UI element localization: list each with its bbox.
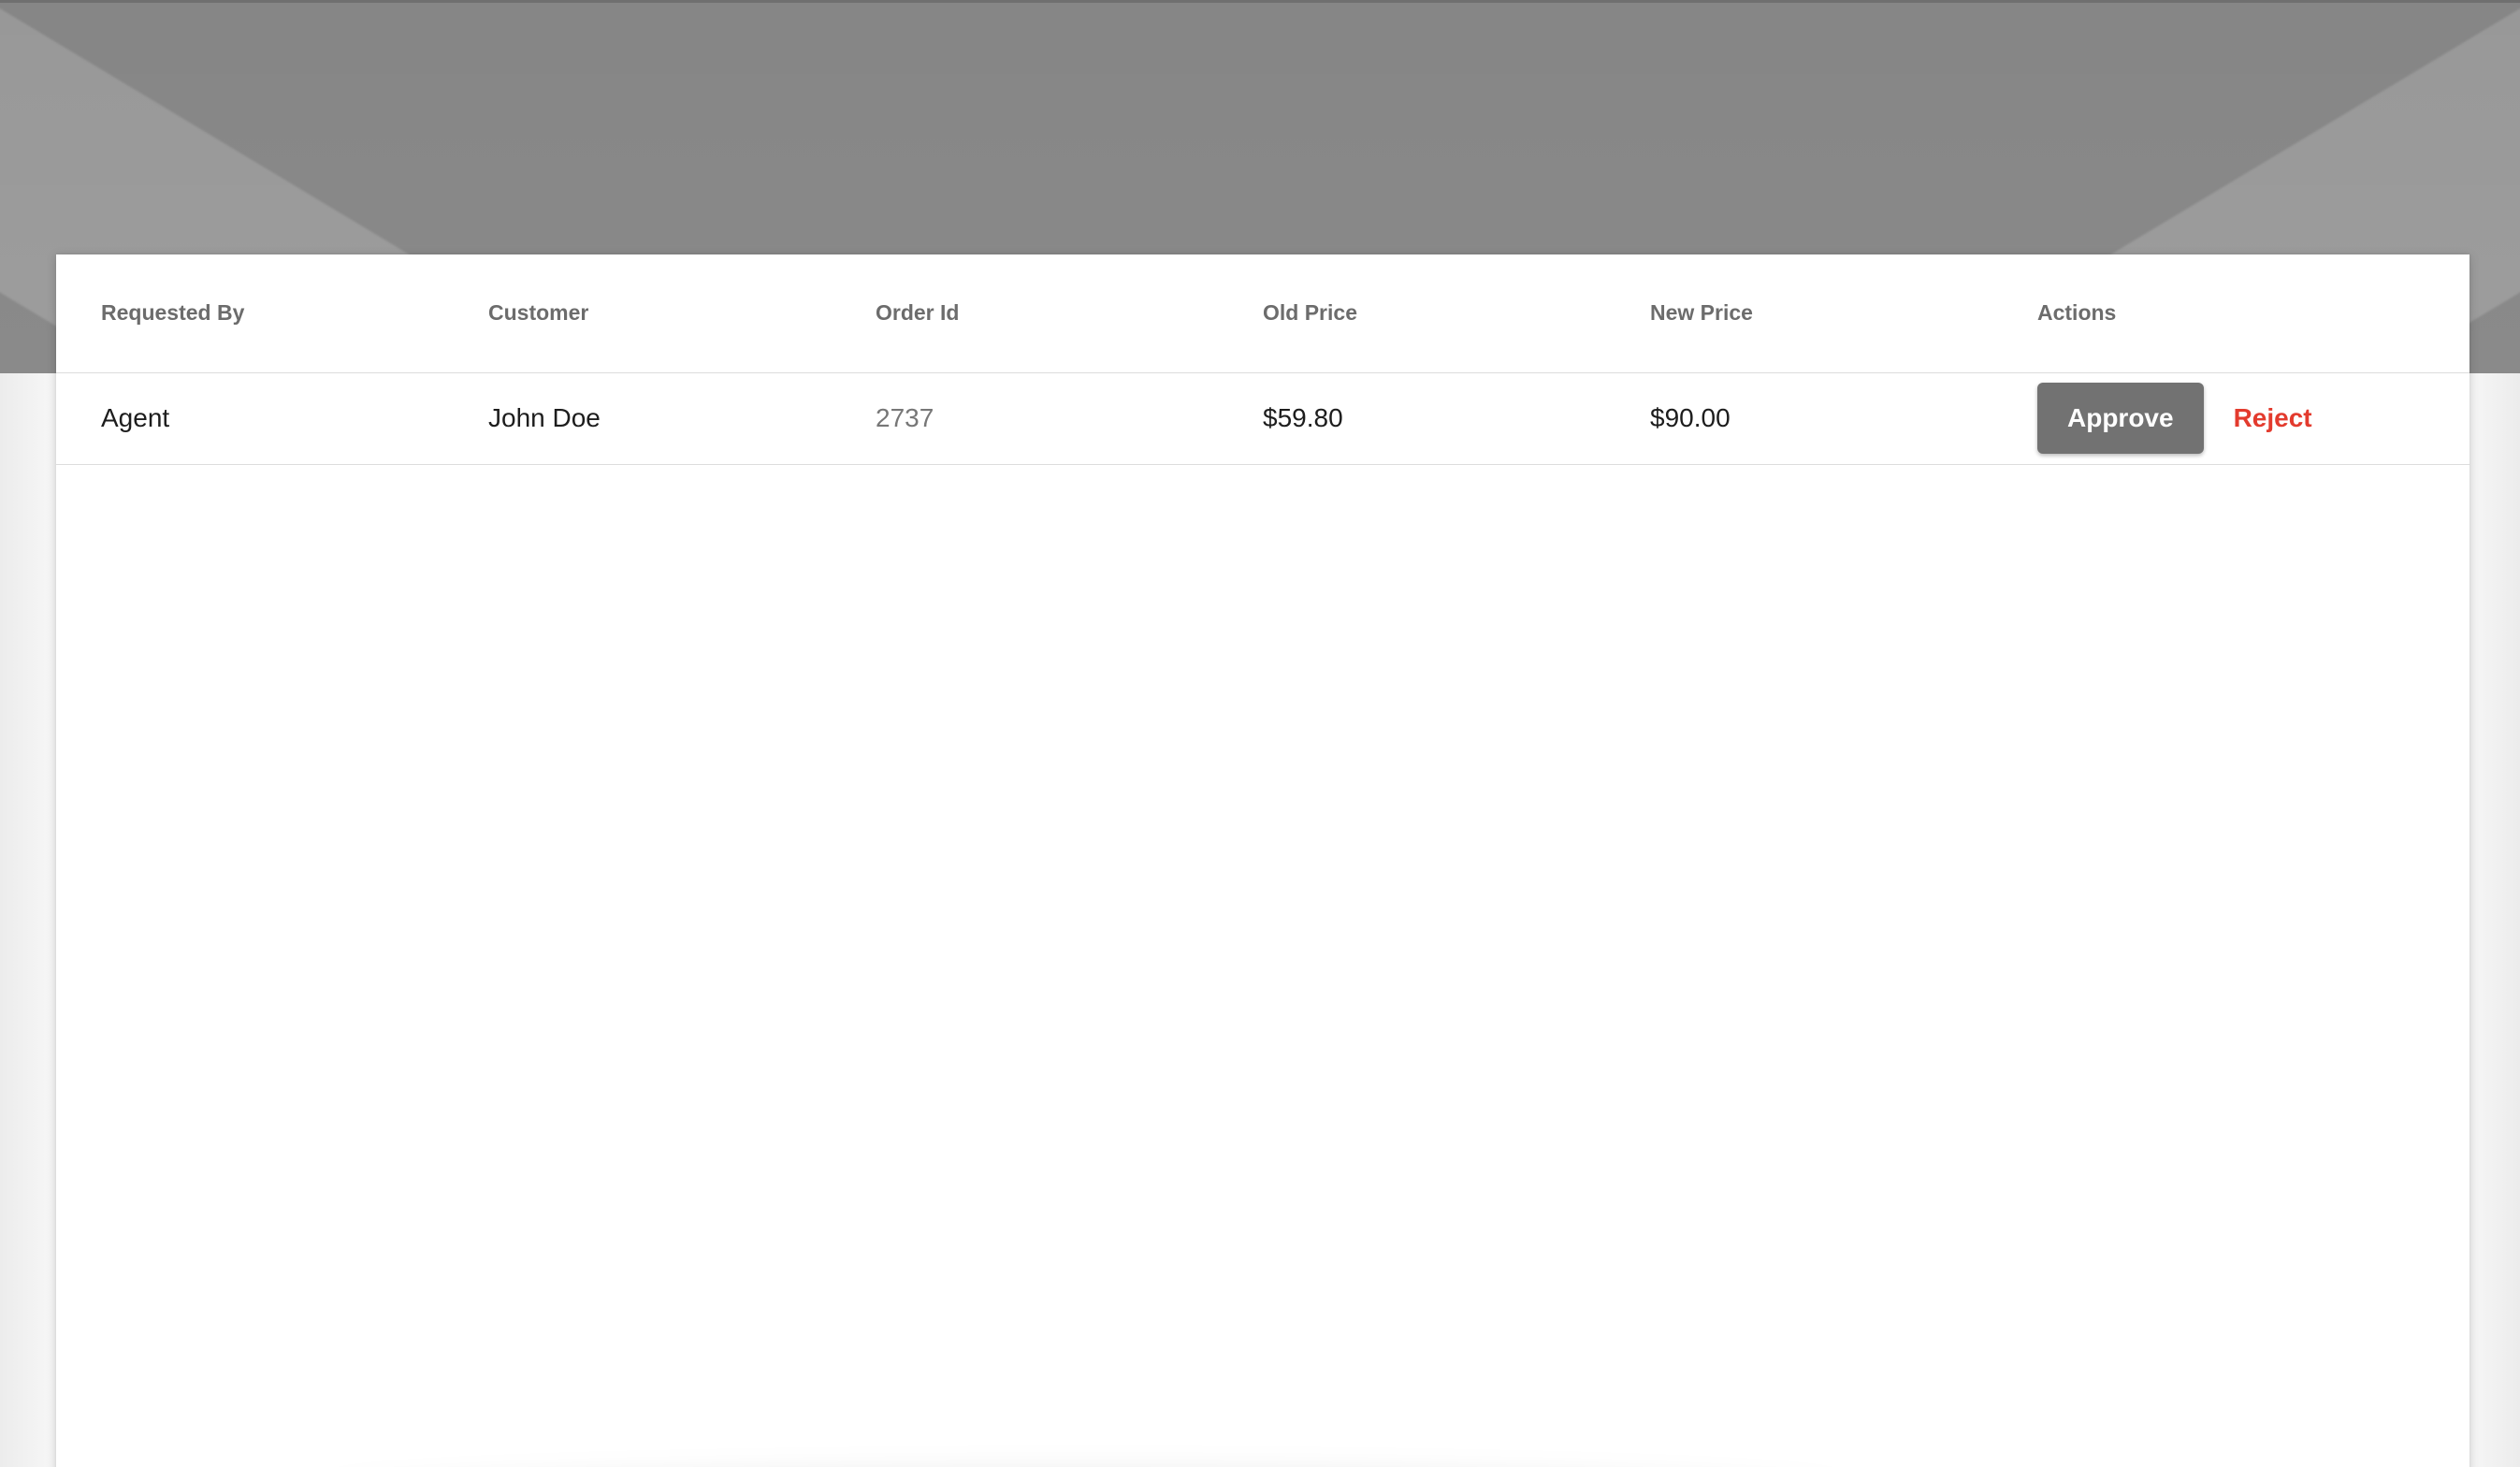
requested-by-cell: Agent bbox=[56, 372, 443, 465]
new-price-cell: $90.00 bbox=[1605, 372, 1992, 465]
column-header-order-id: Order Id bbox=[831, 254, 1218, 373]
column-header-actions: Actions bbox=[1992, 254, 2469, 373]
row-actions: Approve Reject bbox=[2037, 383, 2469, 454]
column-header-new-price: New Price bbox=[1605, 254, 1992, 373]
table-row: Agent John Doe 2737 $59.80 $90.00 Approv… bbox=[56, 372, 2469, 465]
customer-cell: John Doe bbox=[443, 372, 831, 465]
page: Requested By Customer Order Id Old Price… bbox=[0, 0, 2520, 1467]
reject-button[interactable]: Reject bbox=[2232, 383, 2314, 454]
table-body: Agent John Doe 2737 $59.80 $90.00 Approv… bbox=[56, 372, 2469, 465]
order-id-cell: 2737 bbox=[831, 372, 1218, 465]
price-change-requests-card: Requested By Customer Order Id Old Price… bbox=[56, 254, 2469, 1467]
actions-cell: Approve Reject bbox=[1992, 372, 2469, 465]
approve-button[interactable]: Approve bbox=[2037, 383, 2204, 454]
column-header-requested-by: Requested By bbox=[56, 254, 443, 373]
column-header-old-price: Old Price bbox=[1218, 254, 1605, 373]
column-header-customer: Customer bbox=[443, 254, 831, 373]
old-price-cell: $59.80 bbox=[1218, 372, 1605, 465]
table-header-row: Requested By Customer Order Id Old Price… bbox=[56, 254, 2469, 373]
price-change-requests-table: Requested By Customer Order Id Old Price… bbox=[56, 254, 2469, 465]
table-header: Requested By Customer Order Id Old Price… bbox=[56, 254, 2469, 373]
